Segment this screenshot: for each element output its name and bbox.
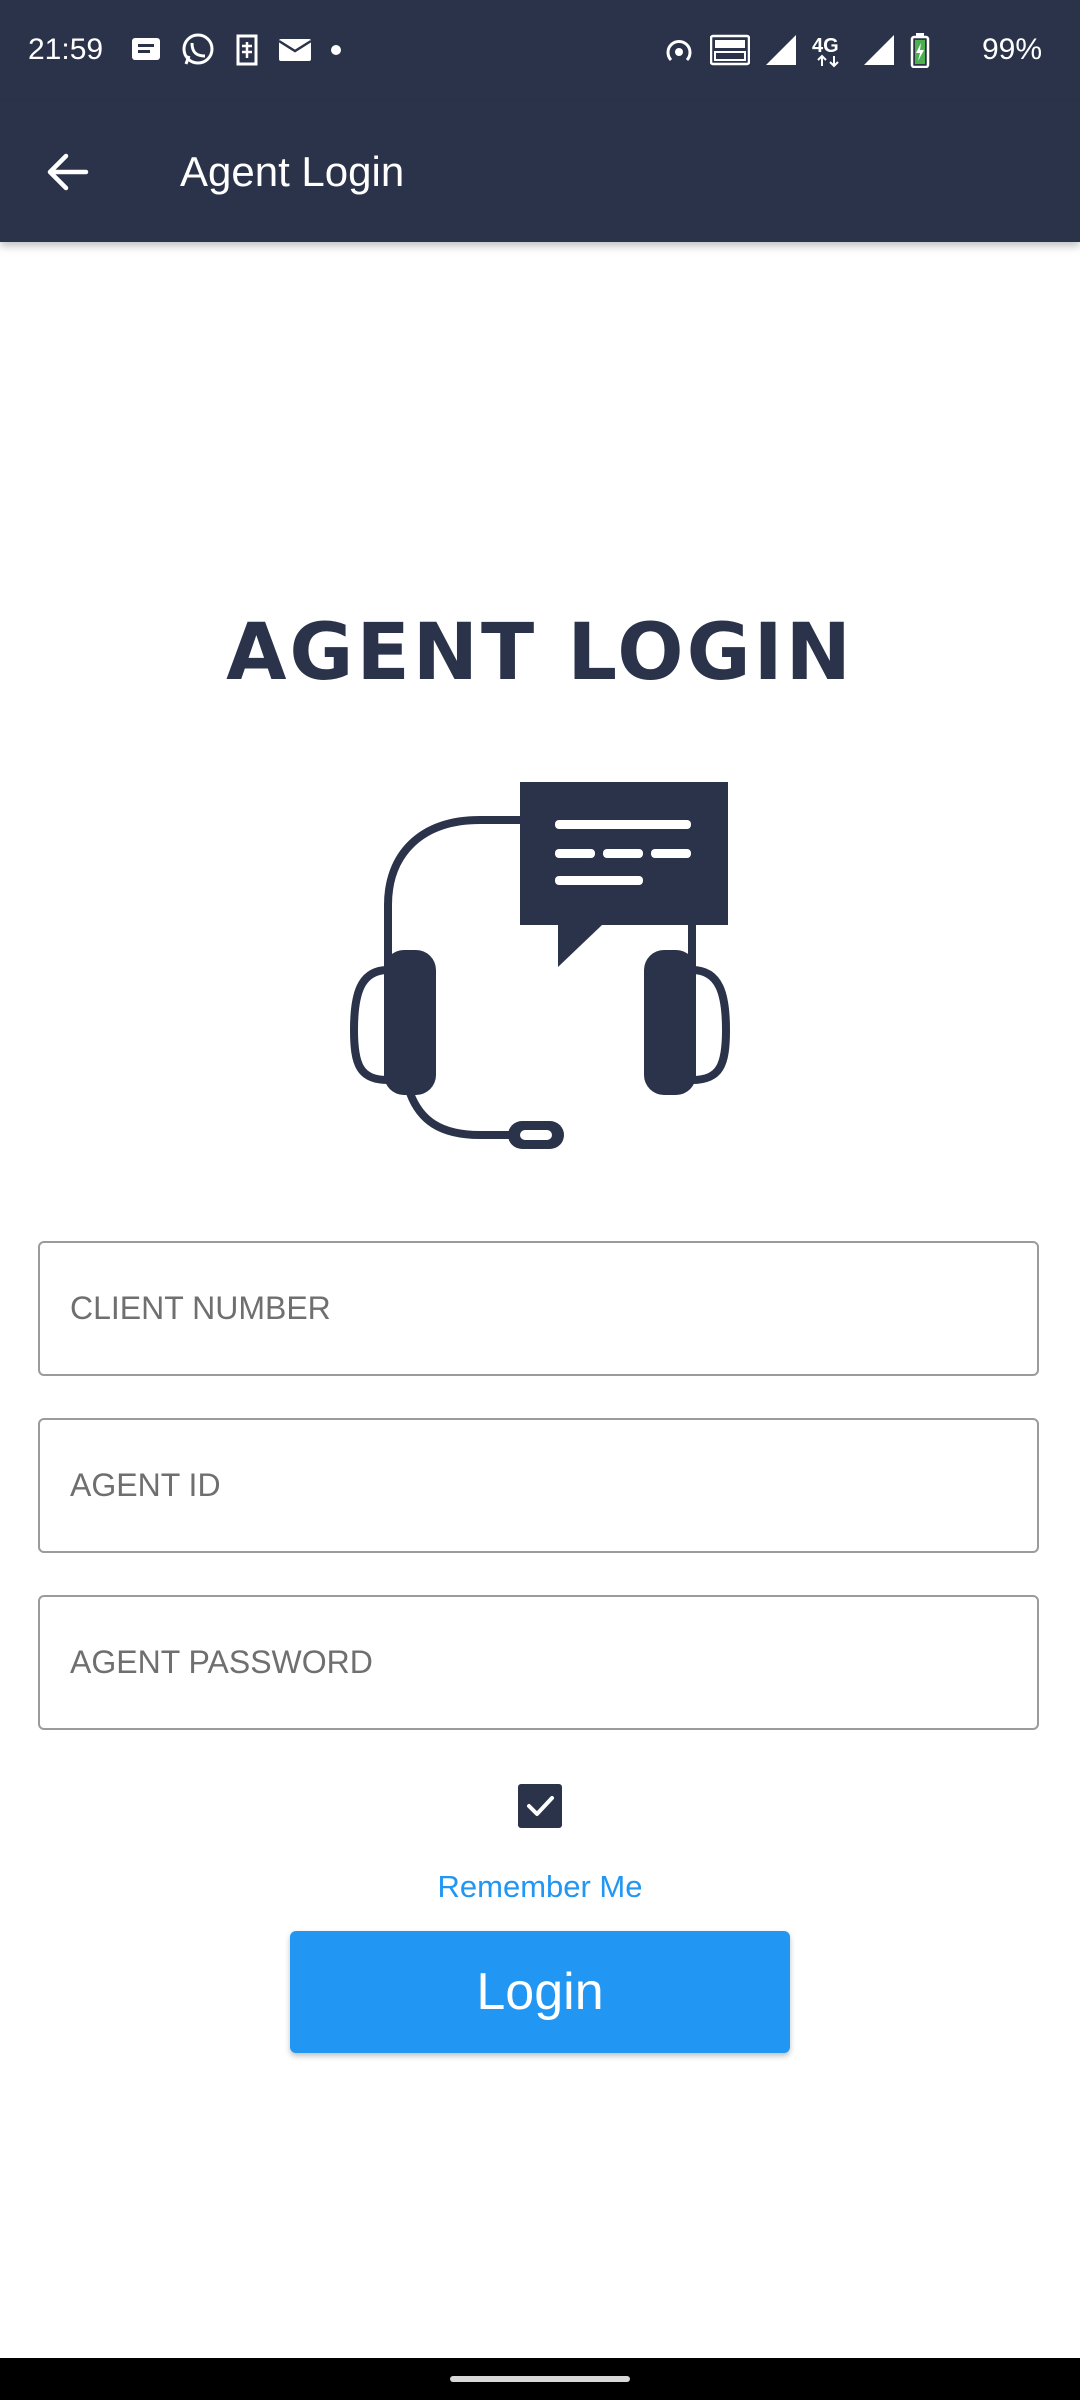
battery-percentage: 99%	[981, 33, 1042, 66]
status-bar: 21:59 4G 99%	[0, 0, 1080, 102]
status-time: 21:59	[28, 33, 104, 66]
remember-me-checkbox[interactable]	[518, 1784, 562, 1828]
login-button[interactable]: Login	[290, 1931, 790, 2053]
back-button[interactable]	[36, 140, 100, 204]
battery-icon	[910, 33, 930, 68]
check-icon	[527, 1796, 554, 1816]
agent-id-field[interactable]	[38, 1418, 1039, 1553]
volte-icon	[710, 34, 750, 66]
status-left-icons	[130, 30, 342, 70]
page-title: AGENT LOGIN	[226, 608, 854, 698]
agent-password-field[interactable]	[38, 1595, 1039, 1730]
whatsapp-icon	[182, 33, 214, 65]
navigation-bar	[0, 2358, 1080, 2400]
4g-icon: 4G	[812, 35, 839, 68]
signal-icon	[864, 35, 894, 65]
status-right-icons: 4G	[662, 30, 930, 70]
agent-password-input[interactable]	[40, 1597, 1037, 1728]
home-indicator[interactable]	[450, 2376, 630, 2382]
arrow-back-icon	[47, 153, 89, 191]
headset-chat-icon	[349, 782, 731, 1149]
client-number-field[interactable]	[38, 1241, 1039, 1376]
app-bar: Agent Login	[0, 102, 1080, 242]
app-bar-title: Agent Login	[180, 148, 405, 195]
sim-icon	[236, 34, 258, 66]
signal-icon	[766, 35, 796, 65]
svg-text:4G: 4G	[812, 35, 839, 57]
mail-icon	[278, 39, 312, 61]
message-icon	[132, 38, 160, 60]
remember-me-label[interactable]: Remember Me	[0, 1867, 1080, 1907]
client-number-input[interactable]	[40, 1243, 1037, 1374]
agent-id-input[interactable]	[40, 1420, 1037, 1551]
hotspot-icon	[666, 40, 692, 62]
dot-icon	[331, 45, 341, 55]
